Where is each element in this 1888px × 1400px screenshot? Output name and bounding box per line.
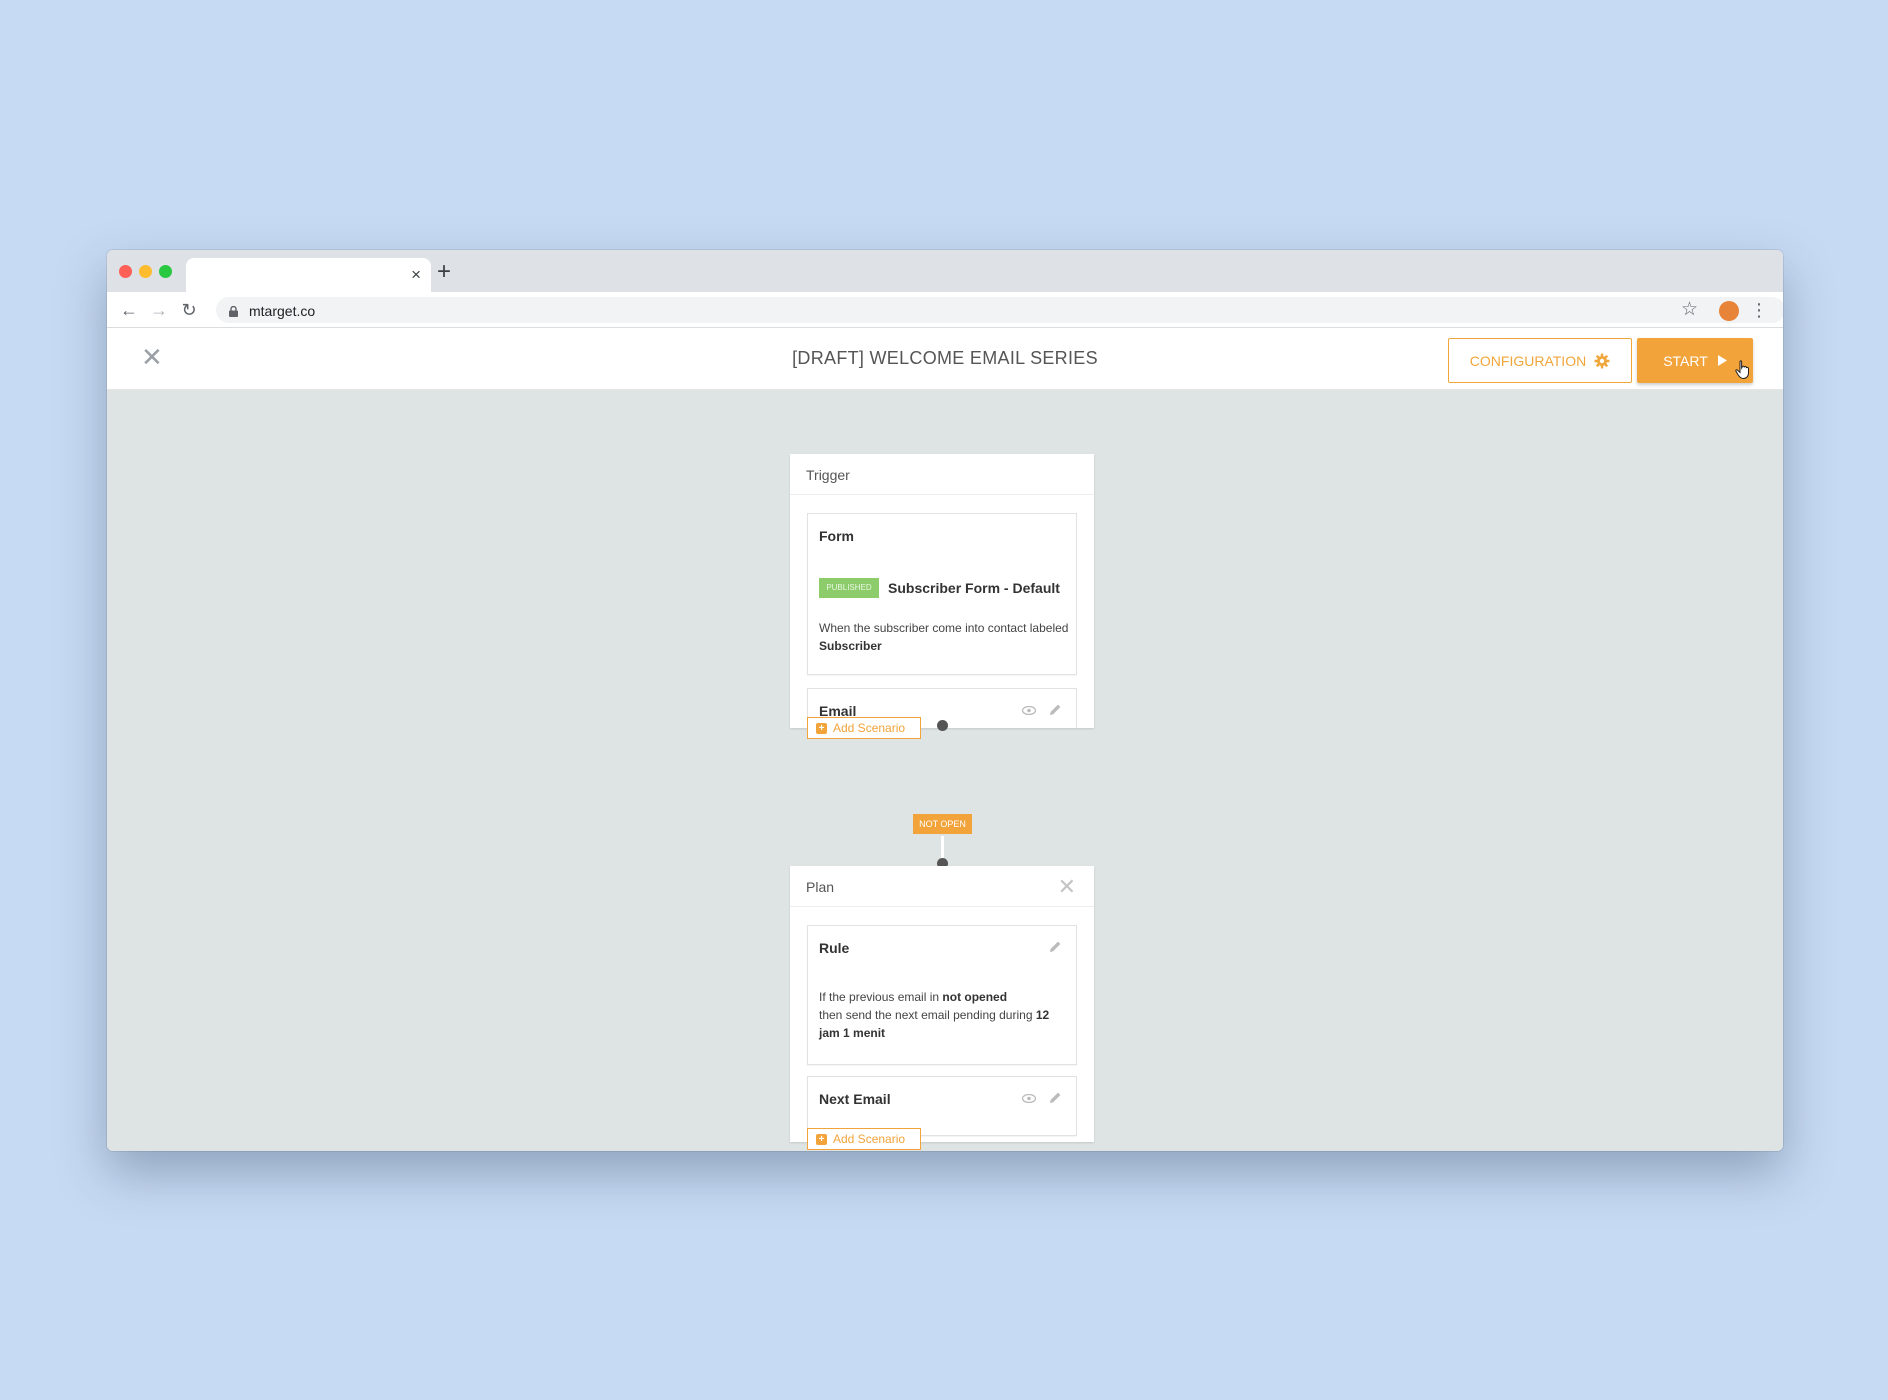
pencil-icon[interactable]	[1048, 940, 1062, 954]
connector-dot-top[interactable]	[937, 720, 948, 731]
back-arrow-icon[interactable]: ←	[118, 299, 140, 321]
bookmark-star-icon[interactable]: ☆	[1681, 299, 1698, 321]
form-card[interactable]: Form PUBLISHED Subscriber Form - Default…	[807, 513, 1077, 675]
browser-tab[interactable]: ×	[186, 258, 431, 292]
trigger-node: Trigger Form PUBLISHED Subscriber Form -…	[790, 454, 1094, 728]
start-label: START	[1663, 352, 1708, 369]
tab-strip: × +	[107, 250, 1783, 292]
configuration-label: CONFIGURATION	[1469, 352, 1587, 369]
next-email-card[interactable]: Next Email	[807, 1076, 1077, 1136]
rule-card[interactable]: Rule If the previous email in not opened…	[807, 925, 1077, 1065]
form-desc-label: Subscriber	[819, 639, 882, 653]
forward-arrow-icon[interactable]: →	[148, 299, 170, 321]
add-scenario-label: Add Scenario	[833, 1132, 906, 1146]
trigger-node-header: Trigger	[790, 454, 1094, 495]
next-email-actions	[1022, 1091, 1062, 1105]
configuration-button[interactable]: CONFIGURATION	[1448, 338, 1632, 383]
new-tab-button[interactable]: +	[437, 260, 451, 284]
add-scenario-button[interactable]: + Add Scenario	[807, 1128, 921, 1150]
form-name: Subscriber Form - Default	[888, 580, 1060, 596]
hand-cursor-icon	[1735, 360, 1749, 380]
form-desc-text: When the subscriber come into contact la…	[819, 621, 1069, 635]
rule-card-actions	[1048, 940, 1062, 954]
pencil-icon[interactable]	[1048, 703, 1062, 717]
profile-avatar[interactable]	[1719, 301, 1739, 321]
play-icon	[1717, 355, 1727, 366]
next-email-title: Next Email	[819, 1091, 891, 1107]
maximize-window-button[interactable]	[159, 265, 172, 278]
lock-icon	[229, 306, 238, 317]
plan-node: Plan ✕ Rule If the previous email in not…	[790, 866, 1094, 1142]
url-text[interactable]: mtarget.co	[249, 303, 315, 319]
form-card-title: Form	[819, 528, 854, 544]
rule-card-title: Rule	[819, 940, 850, 956]
trigger-heading: Trigger	[806, 467, 850, 483]
plus-icon: +	[816, 722, 827, 734]
close-window-button[interactable]	[119, 265, 132, 278]
rule-line1-text: If the previous email in	[819, 990, 943, 1004]
published-badge: PUBLISHED	[819, 578, 879, 598]
plan-node-header: Plan ✕	[790, 866, 1094, 907]
more-menu-icon[interactable]: ⋮	[1750, 300, 1768, 320]
browser-window: × + ← → ↻ mtarget.co ☆ ⋮ ✕ [DRAFT] WELCO…	[107, 250, 1783, 1151]
plus-icon: +	[816, 1133, 827, 1145]
form-description: When the subscriber come into contact la…	[819, 619, 1069, 655]
eye-icon[interactable]	[1022, 705, 1036, 715]
minimize-window-button[interactable]	[139, 265, 152, 278]
not-open-badge[interactable]: NOT OPEN	[913, 814, 972, 834]
tab-close-icon[interactable]: ×	[411, 266, 421, 283]
reload-icon[interactable]: ↻	[178, 299, 200, 321]
plan-heading: Plan	[806, 879, 835, 895]
gear-icon	[1594, 353, 1610, 368]
address-bar[interactable]	[216, 297, 1783, 323]
rule-line1-bold: not opened	[942, 990, 1008, 1004]
add-scenario-button[interactable]: + Add Scenario	[807, 717, 921, 739]
eye-icon[interactable]	[1022, 1093, 1036, 1103]
browser-toolbar: ← → ↻ mtarget.co ☆ ⋮	[107, 292, 1783, 328]
rule-line2-text: then send the next email pending during	[819, 1008, 1036, 1022]
remove-plan-icon[interactable]: ✕	[1058, 876, 1076, 898]
pencil-icon[interactable]	[1048, 1091, 1062, 1105]
app-header: ✕ [DRAFT] WELCOME EMAIL SERIES CONFIGURA…	[107, 329, 1783, 390]
email-card-actions	[1022, 703, 1062, 717]
rule-description: If the previous email in not opened then…	[819, 988, 1069, 1042]
add-scenario-label: Add Scenario	[833, 721, 906, 735]
